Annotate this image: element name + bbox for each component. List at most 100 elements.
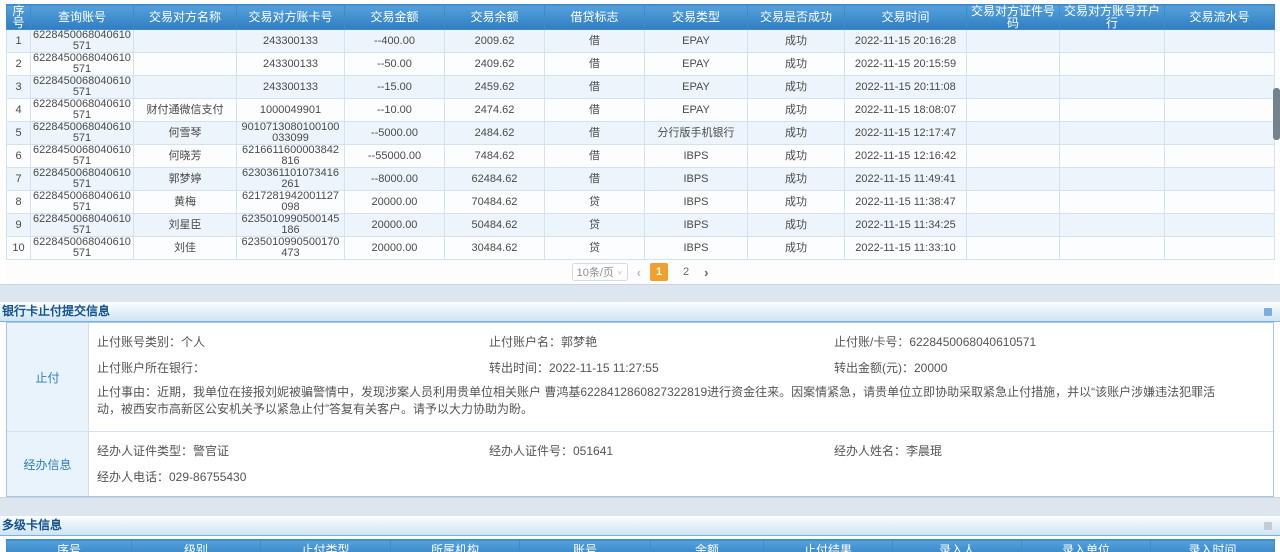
table-cell (967, 30, 1060, 53)
table-row: 16228450068040610571243300133--400.00200… (7, 30, 1275, 53)
table-cell: IBPS (645, 145, 748, 168)
table-cell: 6228450068040610571 (31, 99, 134, 122)
handler-group-label: 经办信息 (7, 432, 89, 496)
column-header: 借贷标志 (545, 5, 645, 30)
table-cell: 借 (545, 30, 645, 53)
table-cell (1165, 237, 1275, 260)
table-cell: IBPS (645, 191, 748, 214)
stop-payment-section-bar: 银行卡止付提交信息 (0, 302, 1280, 322)
scrollbar[interactable] (1273, 0, 1280, 552)
table-cell: 郭梦婷 (134, 168, 237, 191)
table-cell (1165, 168, 1275, 191)
table-row: 46228450068040610571财付通微信支付1000049901--1… (7, 99, 1275, 122)
page-size-select[interactable]: 10条/页 ∨ (572, 263, 628, 281)
table-cell (1165, 145, 1275, 168)
stop-payment-group-label: 止付 (7, 323, 89, 431)
table-cell (1060, 76, 1165, 99)
handler-group-content: 经办人证件类型：警官证 经办人证件号：051641 经办人姓名：李晨琨 经办人电… (89, 432, 1273, 496)
table-cell: 成功 (748, 122, 845, 145)
field-bank: 止付账户所在银行： (97, 359, 489, 376)
column-header: 录入时间 (1151, 540, 1275, 552)
table-cell (967, 191, 1060, 214)
page-button-1[interactable]: 1 (650, 263, 668, 281)
column-header: 级别 (132, 540, 261, 552)
table-cell: 5 (7, 122, 31, 145)
column-header: 交易时间 (845, 5, 967, 30)
table-cell: 2022-11-15 20:15:59 (845, 53, 967, 76)
table-cell (1165, 214, 1275, 237)
page-size-label: 10条/页 (577, 264, 614, 280)
table-cell: 6228450068040610571 (31, 191, 134, 214)
transactions-region: 序号查询账号交易对方名称交易对方账卡号交易金额交易余额借贷标志交易类型交易是否成… (0, 4, 1280, 284)
multi-card-section-title: 多级卡信息 (2, 516, 62, 535)
table-cell (134, 53, 237, 76)
table-cell: 借 (545, 53, 645, 76)
prev-page-button[interactable]: ‹ (637, 265, 641, 280)
column-header: 录入单位 (1022, 540, 1151, 552)
table-cell: 分行版手机银行 (645, 122, 748, 145)
table-cell: 成功 (748, 145, 845, 168)
table-cell: 2022-11-15 11:38:47 (845, 191, 967, 214)
table-cell: --15.00 (345, 76, 445, 99)
table-cell: 3 (7, 76, 31, 99)
table-cell (1060, 99, 1165, 122)
stop-payment-section-title: 银行卡止付提交信息 (2, 302, 110, 321)
table-cell: 2459.62 (445, 76, 545, 99)
table-row: 56228450068040610571何雪琴90107130801001000… (7, 122, 1275, 145)
stop-payment-panel: 止付 止付账号类别：个人 止付账户名：郭梦艳 止付账/卡号：6228450068… (6, 322, 1274, 497)
table-cell (1060, 145, 1165, 168)
table-cell (967, 145, 1060, 168)
field-transfer-time: 转出时间：2022-11-15 11:27:55 (489, 359, 834, 376)
table-cell: 2022-11-15 12:16:42 (845, 145, 967, 168)
table-row: 76228450068040610571郭梦婷62303611010734162… (7, 168, 1275, 191)
table-cell: 243300133 (237, 53, 345, 76)
table-cell: 6228450068040610571 (31, 237, 134, 260)
table-cell: --10.00 (345, 99, 445, 122)
table-cell: 成功 (748, 191, 845, 214)
table-cell (1060, 214, 1165, 237)
next-page-button[interactable]: › (704, 265, 708, 280)
table-cell (1165, 191, 1275, 214)
column-header: 止付类型 (261, 540, 391, 552)
table-cell: EPAY (645, 53, 748, 76)
table-cell (967, 122, 1060, 145)
table-cell (1165, 30, 1275, 53)
section-gap (0, 497, 1280, 516)
table-row: 96228450068040610571刘星臣62350109905001451… (7, 214, 1275, 237)
table-cell: 6228450068040610571 (31, 214, 134, 237)
column-header: 余额 (651, 540, 764, 552)
table-cell (967, 214, 1060, 237)
field-acct-type: 止付账号类别：个人 (97, 333, 489, 350)
table-cell: 贷 (545, 191, 645, 214)
table-cell: 成功 (748, 53, 845, 76)
handler-group: 经办信息 经办人证件类型：警官证 经办人证件号：051641 经办人姓名：李晨琨… (7, 431, 1273, 496)
field-handler-name: 经办人姓名：李晨琨 (834, 442, 1265, 459)
table-cell: 9010713080100100033099 (237, 122, 345, 145)
table-cell (967, 76, 1060, 99)
transactions-table: 序号查询账号交易对方名称交易对方账卡号交易金额交易余额借贷标志交易类型交易是否成… (6, 4, 1275, 260)
chevron-down-icon: ∨ (617, 269, 623, 276)
field-transfer-amount: 转出金额(元)：20000 (834, 359, 1265, 376)
table-cell: 10 (7, 237, 31, 260)
column-header: 止付结果 (764, 540, 893, 552)
column-header: 交易对方账号开户行 (1060, 5, 1165, 30)
column-header: 交易流水号 (1165, 5, 1275, 30)
table-cell: 成功 (748, 168, 845, 191)
table-cell: 2022-11-15 20:11:08 (845, 76, 967, 99)
collapse-icon[interactable] (1264, 308, 1272, 316)
scrollbar-thumb[interactable] (1273, 88, 1280, 140)
table-cell: 财付通微信支付 (134, 99, 237, 122)
column-header: 序号 (7, 5, 31, 30)
stop-payment-reason: 止付事由：近期，我单位在接报刘妮被骗警情中，发现涉案人员利用贵单位相关账户 曹鸿… (97, 383, 1265, 427)
page-button-2[interactable]: 2 (677, 263, 695, 281)
table-cell: 2474.62 (445, 99, 545, 122)
table-cell: 20000.00 (345, 214, 445, 237)
table-cell: --5000.00 (345, 122, 445, 145)
column-header: 所属机构 (391, 540, 520, 552)
table-cell: 2 (7, 53, 31, 76)
pagination: 10条/页 ∨ ‹ 1 2 › (6, 260, 1274, 284)
collapse-icon[interactable] (1264, 522, 1272, 530)
multi-card-table: 序号级别止付类型所属机构账号余额止付结果录入人录入单位录入时间1一级第三方止付中… (6, 539, 1275, 552)
table-cell: 借 (545, 168, 645, 191)
table-cell: 6217281942001127098 (237, 191, 345, 214)
